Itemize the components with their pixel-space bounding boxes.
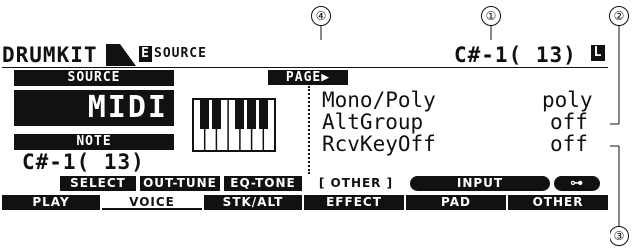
param-value-mono-poly[interactable]: poly — [542, 88, 593, 112]
mode-title: DRUMKIT — [2, 43, 98, 67]
out-tune-button[interactable]: OUT-TUNE — [140, 176, 220, 191]
tab-effect[interactable]: EFFECT — [304, 195, 404, 210]
param-label-alt-group: AltGroup — [322, 110, 424, 134]
input-button[interactable]: INPUT — [410, 176, 550, 191]
tab-other[interactable]: OTHER — [508, 195, 608, 210]
keyboard-icon — [192, 98, 276, 152]
source-label: SOURCE — [14, 70, 174, 86]
page-indicator: PAGE▶ — [268, 70, 348, 85]
edit-badge: E — [139, 46, 152, 62]
note-label: NOTE — [14, 134, 174, 150]
tab-play[interactable]: PLAY — [2, 195, 100, 210]
lock-badge: L — [591, 45, 605, 61]
key-lock-button[interactable]: ⊶ — [554, 176, 600, 191]
section-title: SOURCE — [154, 46, 207, 61]
param-label-mono-poly: Mono/Poly — [322, 88, 436, 112]
tab-stk-alt[interactable]: STK/ALT — [204, 195, 302, 210]
eq-tone-button[interactable]: EQ-TONE — [224, 176, 302, 191]
param-value-alt-group[interactable]: off — [550, 110, 588, 134]
header-note: C#-1( 13) — [454, 43, 577, 67]
lcd-screen: DRUMKIT E SOURCE C#-1( 13) L SOURCE MIDI… — [2, 40, 610, 251]
tab-voice[interactable]: VOICE — [102, 195, 202, 210]
key-icon: ⊶ — [570, 176, 584, 191]
other-button-selected[interactable]: [ OTHER ] — [308, 176, 404, 191]
select-button[interactable]: SELECT — [60, 176, 136, 191]
page-label: PAGE — [285, 70, 322, 85]
source-value[interactable]: MIDI — [14, 90, 174, 126]
tab-pad[interactable]: PAD — [406, 195, 506, 210]
param-label-rcv-key-off: RcvKeyOff — [322, 132, 436, 156]
note-value[interactable]: C#-1( 13) — [22, 151, 145, 173]
title-underline — [2, 67, 608, 68]
page-arrow-icon: ▶ — [321, 70, 331, 85]
param-value-rcv-key-off[interactable]: off — [550, 132, 588, 156]
title-tab-slant — [106, 44, 136, 66]
panel-divider — [308, 86, 310, 174]
